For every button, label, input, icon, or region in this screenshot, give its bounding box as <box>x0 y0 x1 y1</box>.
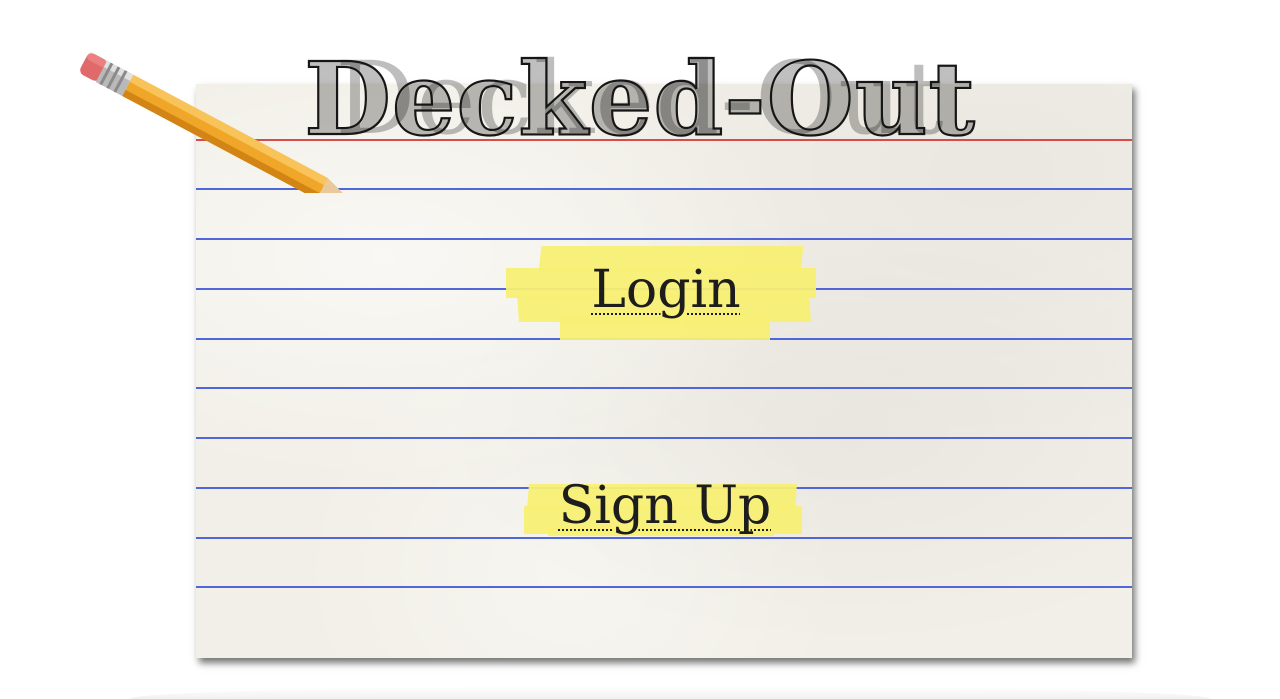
card-rule <box>196 238 1132 240</box>
card-rule <box>196 437 1132 439</box>
login-screen: Decked-Out Decked-Out Login Sign Up <box>0 0 1280 699</box>
signup-button[interactable]: Sign Up <box>540 474 790 538</box>
card-rule <box>196 387 1132 389</box>
pencil-icon <box>80 52 358 193</box>
card-rule <box>196 586 1132 588</box>
page-fold-edge <box>130 686 1210 699</box>
login-button[interactable]: Login <box>566 258 766 322</box>
